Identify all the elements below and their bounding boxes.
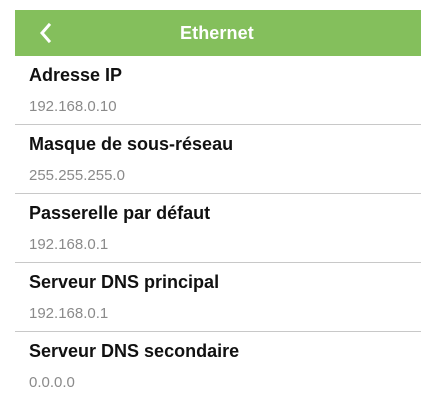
setting-item-default-gateway[interactable]: Passerelle par défaut 192.168.0.1 xyxy=(15,194,421,263)
back-button[interactable] xyxy=(39,10,69,56)
page-title: Ethernet xyxy=(180,23,254,43)
chevron-left-icon xyxy=(39,23,52,43)
setting-label: Passerelle par défaut xyxy=(29,203,211,223)
setting-value: 192.168.0.1 xyxy=(29,236,109,253)
setting-value: 0.0.0.0 xyxy=(29,374,75,391)
setting-item-primary-dns[interactable]: Serveur DNS principal 192.168.0.1 xyxy=(15,263,421,332)
setting-label: Serveur DNS secondaire xyxy=(29,341,240,361)
setting-value: 192.168.0.1 xyxy=(29,305,109,322)
setting-value: 255.255.255.0 xyxy=(29,167,125,184)
setting-item-subnet-mask[interactable]: Masque de sous-réseau 255.255.255.0 xyxy=(15,125,421,194)
setting-label: Masque de sous-réseau xyxy=(29,134,234,154)
setting-label: Serveur DNS principal xyxy=(29,272,220,292)
setting-value: 192.168.0.10 xyxy=(29,98,117,115)
settings-list: Adresse IP 192.168.0.10 Masque de sous-r… xyxy=(15,56,421,398)
setting-item-secondary-dns[interactable]: Serveur DNS secondaire 0.0.0.0 xyxy=(15,332,421,398)
setting-label: Adresse IP xyxy=(29,65,123,85)
setting-item-ip-address[interactable]: Adresse IP 192.168.0.10 xyxy=(15,56,421,125)
app-bar: Ethernet xyxy=(15,10,421,56)
